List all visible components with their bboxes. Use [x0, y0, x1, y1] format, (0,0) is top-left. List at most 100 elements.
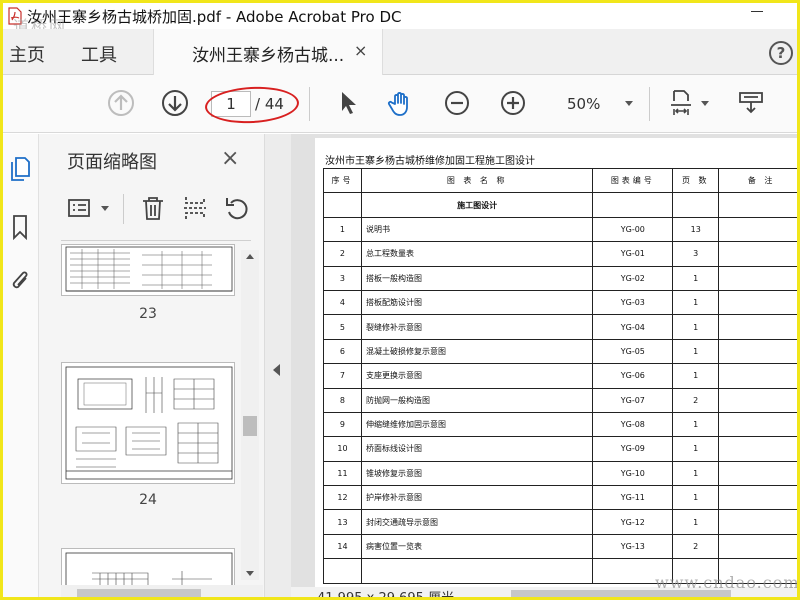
- arrow-up-circle-icon[interactable]: [107, 89, 135, 117]
- thumbnail-page[interactable]: [61, 244, 235, 296]
- table-row: 7 支座更换示意图 YG-06 1: [323, 363, 797, 389]
- table-cell-no: 10: [323, 436, 362, 462]
- scrollbar-thumb[interactable]: [243, 416, 257, 436]
- table-cell-note: [718, 265, 797, 291]
- table-row: 2 总工程数量表 YG-01 3: [323, 241, 797, 267]
- table-cell-pages: 1: [672, 485, 720, 511]
- table-cell-note: [718, 241, 797, 267]
- table-cell-note: [718, 411, 797, 438]
- cursor-arrow-icon[interactable]: [335, 89, 363, 117]
- toolbar-divider: [309, 87, 310, 121]
- zoom-in-icon[interactable]: [499, 89, 527, 117]
- read-mode-icon[interactable]: [737, 89, 765, 117]
- table-cell-pages: 1: [672, 460, 720, 487]
- table-cell-pages: 1: [672, 509, 720, 535]
- table-cell-code: YG-03: [592, 289, 674, 316]
- tab-tools[interactable]: 工具: [81, 41, 117, 67]
- panel-divider: [123, 194, 124, 224]
- tab-document[interactable]: 汝州王寨乡杨古城... ×: [153, 29, 383, 75]
- page-dimensions: 41.995 x 29.695 厘米: [317, 591, 455, 600]
- panel-divider: [61, 240, 251, 241]
- table-cell-name: 搭板配筋设计图: [360, 289, 594, 316]
- table-cell-no: 14: [323, 533, 362, 560]
- zoom-out-icon[interactable]: [443, 89, 471, 117]
- app-window: 汝州王寨乡杨古城桥加固.pdf - Adobe Acrobat Pro DC 道…: [0, 0, 800, 600]
- thumbnail-drawing: [65, 246, 233, 292]
- tab-bar: 主页 工具 汝州王寨乡杨古城... × ?: [3, 29, 797, 75]
- help-icon[interactable]: ?: [769, 41, 793, 65]
- table-cell-code: YG-12: [592, 509, 674, 535]
- table-cell-note: [718, 289, 797, 316]
- table-cell-pages: 1: [672, 411, 720, 438]
- thumbnail-page-number: 23: [139, 306, 157, 322]
- table-cell-name: 护岸修补示意图: [360, 485, 594, 511]
- arrow-down-circle-icon[interactable]: [161, 89, 189, 117]
- table-cell-name: 混凝土破损修复示意图: [360, 338, 594, 365]
- zoom-level[interactable]: 50%: [567, 95, 600, 113]
- thumbnail-drawing: [65, 366, 233, 480]
- table-cell-no: 9: [323, 411, 362, 438]
- trash-icon[interactable]: [139, 194, 167, 222]
- close-tab-icon[interactable]: ×: [354, 41, 367, 60]
- toolbar-divider: [649, 87, 650, 121]
- scroll-up-icon[interactable]: [246, 254, 254, 259]
- minimize-button[interactable]: [751, 11, 763, 12]
- table-row: 4 搭板配筋设计图 YG-03 1: [323, 289, 797, 316]
- close-panel-icon[interactable]: ×: [221, 146, 239, 171]
- scrollbar-thumb[interactable]: [77, 589, 201, 597]
- navigation-rail: [3, 134, 39, 597]
- insert-page-icon[interactable]: [181, 194, 209, 222]
- table-cell-no: 1: [323, 216, 362, 243]
- table-cell-no: 7: [323, 363, 362, 389]
- page-thumbnails-icon[interactable]: [9, 156, 31, 182]
- fit-page-icon[interactable]: [667, 89, 695, 117]
- attachment-icon[interactable]: [9, 268, 31, 294]
- hand-icon[interactable]: [387, 89, 415, 117]
- pdf-page: 汝州市王寨乡杨古城桥维修加固工程施工图设计 序号 图 表 名 称 图表编号 页 …: [315, 138, 797, 597]
- table-cell-code: YG-06: [592, 363, 674, 389]
- scroll-down-icon[interactable]: [246, 571, 254, 576]
- tab-home[interactable]: 主页: [9, 41, 45, 67]
- table-cell-name: 病害位置一览表: [360, 533, 594, 560]
- panel-collapse-handle[interactable]: [265, 134, 291, 597]
- table-row: 12 护岸修补示意图 YG-11 1: [323, 485, 797, 511]
- table-row: 9 伸缩缝维修加固示意图 YG-08 1: [323, 411, 797, 438]
- thumbnails-panel: 页面缩略图 × 23 24: [39, 134, 265, 597]
- table-row: 11 锥坡修复示意图 YG-10 1: [323, 460, 797, 487]
- table-row: 8 防抛网一般构造图 YG-07 2: [323, 387, 797, 413]
- table-cell-note: [718, 485, 797, 511]
- thumbnails-horizontal-scrollbar[interactable]: [61, 585, 263, 597]
- table-cell-note: [718, 216, 797, 243]
- table-cell-no: 6: [323, 338, 362, 365]
- table-cell-no: 2: [323, 241, 362, 267]
- table-cell-pages: 2: [672, 387, 720, 413]
- table-cell-code: YG-11: [592, 485, 674, 511]
- main-toolbar: 1 / 44 50%: [3, 75, 797, 133]
- table-cell-code: YG-09: [592, 436, 674, 462]
- chevron-down-icon[interactable]: [701, 101, 709, 106]
- table-cell-pages: 1: [672, 436, 720, 462]
- table-cell-pages: 1: [672, 289, 720, 316]
- table-cell-name: 防抛网一般构造图: [360, 387, 594, 413]
- column-header: 序号: [323, 167, 362, 194]
- table-cell-pages: 1: [672, 363, 720, 389]
- bookmark-icon[interactable]: [9, 214, 31, 240]
- thumbnail-page[interactable]: [61, 362, 235, 484]
- table-header-row: 序号 图 表 名 称 图表编号 页 数 备 注: [323, 167, 797, 194]
- chevron-down-icon[interactable]: [101, 206, 109, 211]
- thumbnails-scrollbar[interactable]: [241, 250, 259, 580]
- table-row: 14 病害位置一览表 YG-13 2: [323, 533, 797, 560]
- table-row: 6 混凝土破损修复示意图 YG-05 1: [323, 338, 797, 365]
- table-cell-code: YG-02: [592, 265, 674, 291]
- document-view[interactable]: 汝州市王寨乡杨古城桥维修加固工程施工图设计 序号 图 表 名 称 图表编号 页 …: [291, 134, 797, 597]
- table-cell-pages: 1: [672, 338, 720, 365]
- chevron-down-icon[interactable]: [625, 101, 633, 106]
- table-cell-note: [718, 509, 797, 535]
- thumbnail-options-icon[interactable]: [67, 194, 95, 222]
- table-cell-note: [718, 363, 797, 389]
- chevron-left-icon[interactable]: [273, 364, 280, 376]
- section-label: 施工图设计: [360, 192, 594, 218]
- table-cell-pages: 1: [672, 314, 720, 340]
- rotate-icon[interactable]: [223, 194, 251, 222]
- table-cell-code: YG-07: [592, 387, 674, 413]
